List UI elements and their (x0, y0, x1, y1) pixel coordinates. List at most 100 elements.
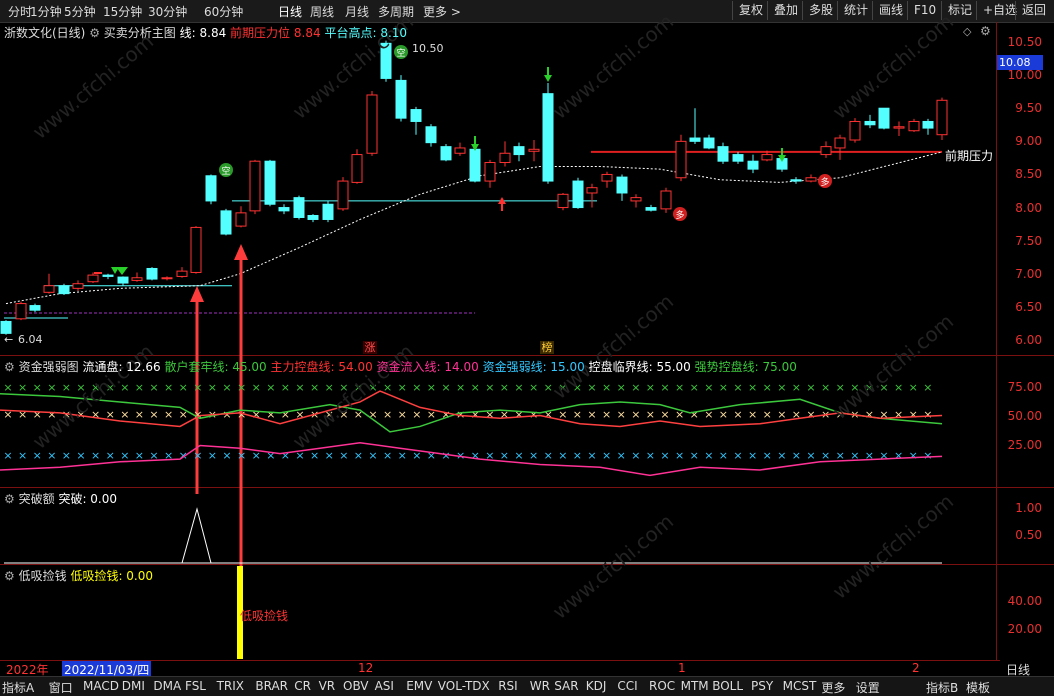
control-critical-marks: × (763, 408, 772, 421)
tab-VOL-TDX[interactable]: VOL-TDX (438, 679, 490, 693)
tab-指标A[interactable]: 指标A (2, 679, 34, 696)
tab-VR[interactable]: VR (319, 679, 336, 693)
tab-窗口[interactable]: 窗口 (49, 679, 73, 696)
candle (878, 107, 890, 129)
fund-title[interactable]: 资金强弱图 (19, 360, 79, 374)
control-critical-marks: × (164, 408, 173, 421)
tab-PSY[interactable]: PSY (751, 679, 773, 693)
candle (58, 285, 70, 295)
diamond-icon[interactable]: ◇ (963, 25, 971, 38)
strong-control-marks: × (252, 381, 261, 394)
fund-panel-title: ⚙ 资金强弱图 流通盘: 12.66 散户套牢线: 45.00 主力控盘线: 5… (4, 358, 797, 375)
tab-CCI[interactable]: CCI (617, 679, 637, 693)
big-red-arrow-head (234, 244, 248, 260)
strong-control-marks: × (923, 381, 932, 394)
candle (689, 137, 701, 142)
control-critical-marks: × (660, 408, 669, 421)
tab-更多[interactable]: 更多 (821, 679, 845, 696)
fund-strength-marks: × (62, 449, 71, 462)
breakout-value: 突破: 0.00 (58, 492, 118, 506)
kong-badge-text: 空 (221, 165, 230, 177)
gear-icon[interactable]: ⚙ (980, 24, 991, 38)
fund-strength-marks: × (106, 449, 115, 462)
control-critical-marks: × (33, 408, 42, 421)
line-value: 线: 8.84 (179, 26, 227, 40)
candle (732, 154, 744, 162)
candle (205, 175, 217, 202)
candle (864, 120, 876, 126)
tab-SAR[interactable]: SAR (554, 679, 578, 693)
candle (425, 126, 437, 144)
fund-strength-marks: × (339, 449, 348, 462)
dip-title[interactable]: 低吸捡钱 (19, 569, 67, 583)
candle (278, 207, 290, 212)
tab-FSL[interactable]: FSL (185, 679, 206, 693)
settings-icon[interactable]: ⚙ (89, 26, 100, 40)
fund-strength-marks: × (646, 449, 655, 462)
month-1: 1 (678, 661, 686, 675)
tab-MACD[interactable]: MACD (83, 679, 119, 693)
candle (908, 120, 920, 132)
zhang-marker: 涨 (363, 341, 377, 354)
kline-chart[interactable]: 空空多多× × × × × × × × × × × × × × × × × × × × × × × × × × × × × × × × × × × ×… (0, 0, 1054, 695)
candle (0, 320, 12, 334)
strong-control-marks: × (660, 381, 669, 394)
month-2: 2 (912, 661, 920, 675)
gear-icon[interactable]: ⚙ (4, 569, 15, 583)
tab-WR[interactable]: WR (530, 679, 550, 693)
tab-BRAR[interactable]: BRAR (255, 679, 288, 693)
tab-RSI[interactable]: RSI (498, 679, 518, 693)
candle (469, 148, 481, 182)
strong-control-marks: × (398, 381, 407, 394)
fund-strength-marks: × (821, 449, 830, 462)
tab-OBV[interactable]: OBV (343, 679, 369, 693)
tab-BOLL[interactable]: BOLL (712, 679, 743, 693)
candle (528, 148, 540, 152)
price-tick: 10.00 (1007, 68, 1042, 83)
fund-strength-marks: × (558, 449, 567, 462)
tab-ROC[interactable]: ROC (649, 679, 675, 693)
tab-TRIX[interactable]: TRIX (217, 679, 244, 693)
tab-指标B[interactable]: 指标B (926, 679, 958, 696)
fund-strength-marks: × (529, 449, 538, 462)
strong-control-marks: × (617, 381, 626, 394)
tab-MCST[interactable]: MCST (783, 679, 817, 693)
gear-icon[interactable]: ⚙ (4, 492, 15, 506)
gear-icon[interactable]: ⚙ (4, 360, 15, 374)
fund-strength-marks: × (18, 449, 27, 462)
tab-设置[interactable]: 设置 (856, 679, 880, 696)
strong-control-marks: × (33, 381, 42, 394)
tab-CR[interactable]: CR (294, 679, 311, 693)
big-red-arrow-head (190, 286, 204, 302)
dip-bar-label: 低吸捡钱 (240, 609, 289, 623)
candle (131, 277, 143, 281)
watermark-text: www.cfchi.com (548, 9, 678, 124)
breakout-title[interactable]: 突破额 (19, 492, 55, 506)
tab-DMI[interactable]: DMI (122, 679, 145, 693)
tab-模板[interactable]: 模板 (966, 679, 990, 696)
fund-legend-6: 强势控盘线: 75.00 (690, 360, 797, 374)
main-panel-title: 浙数文化(日线) ⚙ 买卖分析主图 线: 8.84 前期压力位 8.84 平台高… (4, 24, 407, 41)
indicator-name[interactable]: 买卖分析主图 (104, 26, 176, 40)
strong-control-marks: × (602, 381, 611, 394)
tab-EMV[interactable]: EMV (406, 679, 432, 693)
tab-ASI[interactable]: ASI (375, 679, 394, 693)
fund-legend-5: 控盘临界线: 55.00 (584, 360, 691, 374)
dip-panel-title: ⚙ 低吸捡钱 低吸捡钱: 0.00 (4, 567, 153, 584)
strong-control-marks: × (748, 381, 757, 394)
fund-strength-marks: × (427, 449, 436, 462)
strong-control-marks: × (222, 381, 231, 394)
tab-DMA[interactable]: DMA (153, 679, 181, 693)
strong-control-marks: × (514, 381, 523, 394)
date-bar: 2022年 2022/11/03/四 12 1 2 (0, 660, 1000, 678)
fund-strength-marks: × (281, 449, 290, 462)
candle (146, 267, 158, 280)
control-critical-marks: × (690, 408, 699, 421)
tab-KDJ[interactable]: KDJ (586, 679, 607, 693)
strong-control-marks: × (266, 381, 275, 394)
tab-MTM[interactable]: MTM (681, 679, 709, 693)
strong-control-marks: × (325, 381, 334, 394)
candle (761, 154, 773, 161)
fund-strength-marks: × (631, 449, 640, 462)
candle (557, 193, 569, 209)
